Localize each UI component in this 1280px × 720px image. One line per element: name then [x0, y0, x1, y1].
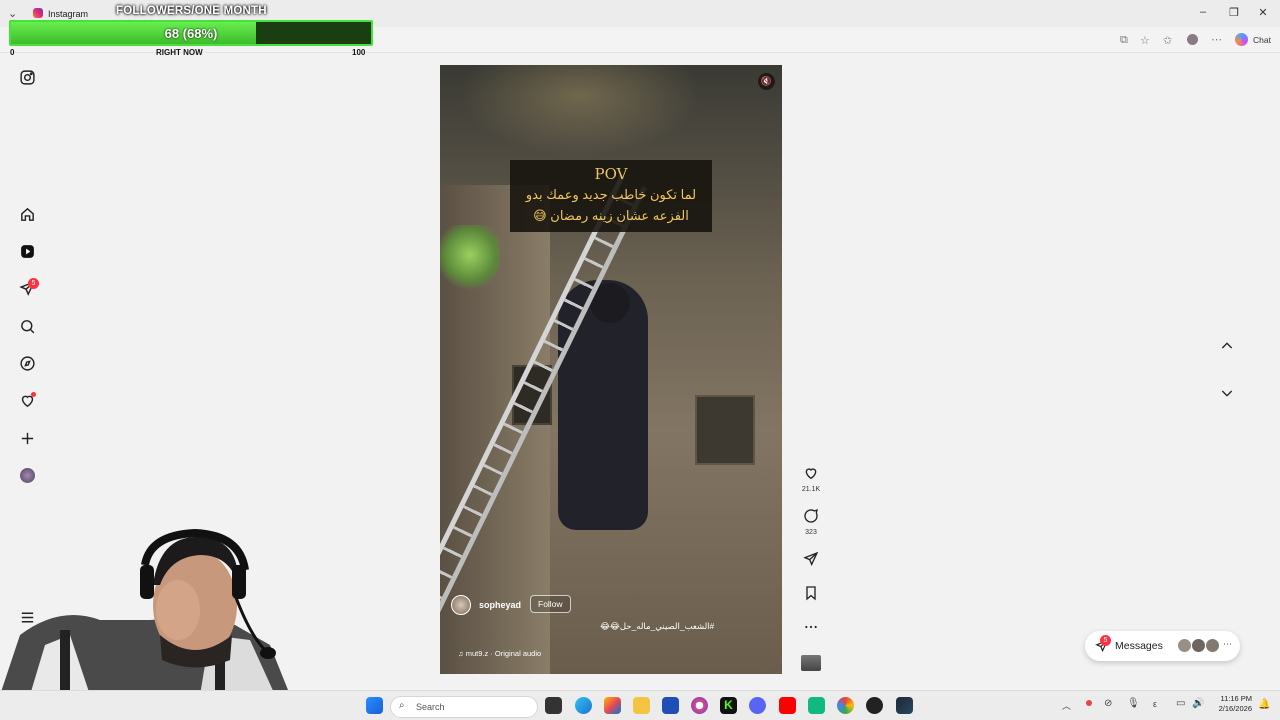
reel-hashtag[interactable]: #الشعب_الصيني_ماله_حل😂😂	[600, 621, 714, 632]
steam-icon[interactable]	[896, 697, 913, 714]
message-contact-avatar	[1191, 638, 1206, 653]
youtube-icon[interactable]	[779, 697, 796, 714]
reel-audio-link[interactable]: ♫ mut9.z · Original audio	[458, 649, 541, 658]
follower-goal-progress-bar: 68 (68%)	[9, 20, 373, 46]
network-off-icon[interactable]: ⊘	[1104, 698, 1112, 709]
profile-avatar[interactable]	[17, 465, 37, 485]
messages-pill[interactable]: 5 Messages ⋯	[1085, 631, 1240, 661]
messages-notification-badge: 5	[28, 278, 39, 289]
reel-scene-window	[695, 395, 755, 465]
more-menu-icon[interactable]: ⋯	[1211, 33, 1222, 46]
comment-icon[interactable]	[801, 508, 821, 529]
author-username[interactable]: sopheyad	[479, 600, 521, 610]
recording-dot-icon[interactable]	[1086, 700, 1092, 706]
windows-taskbar: ⌕ Search K ︿ ⊘ 🎙 ε ▭ 🔊 11:16 PM 2/16/202…	[0, 690, 1280, 720]
microphone-icon[interactable]: 🎙	[1127, 698, 1140, 709]
share-icon[interactable]	[801, 551, 821, 572]
edge-browser-icon[interactable]	[575, 697, 592, 714]
audio-thumbnail[interactable]	[801, 655, 821, 671]
next-reel-chevron-down-icon[interactable]	[1216, 382, 1238, 404]
copilot-icon[interactable]	[1235, 33, 1248, 46]
messages-badge: 5	[1100, 635, 1111, 646]
favorite-star-icon[interactable]: ☆	[1140, 34, 1150, 47]
follower-goal-max: 100	[352, 48, 366, 57]
clock-date[interactable]: 2/16/2026	[1212, 704, 1252, 713]
like-count: 21.1K	[801, 486, 821, 493]
app-icon[interactable]	[808, 697, 825, 714]
streamer-webcam	[0, 528, 290, 695]
notification-bell-icon[interactable]: 🔔	[1258, 699, 1270, 710]
follower-goal-min: 0	[10, 48, 15, 57]
reel-audio-label: mut9.z · Original audio	[465, 649, 542, 658]
display-icon[interactable]: ▭	[1176, 698, 1185, 709]
tab-title[interactable]: Instagram	[48, 9, 88, 19]
like-icon[interactable]	[801, 465, 821, 486]
restore-icon[interactable]: ❐	[1227, 6, 1241, 19]
volume-icon[interactable]: 🔊	[1192, 698, 1204, 709]
copilot-app-icon[interactable]	[604, 697, 621, 714]
reel-caption-line: لما تكون خاطب جديد وعمك بدو	[525, 187, 697, 202]
tray-chevron-up-icon[interactable]: ︿	[1062, 699, 1071, 712]
more-contacts-icon: ⋯	[1223, 639, 1232, 649]
reel-caption-title: POV	[594, 165, 628, 183]
instagram-logo-icon[interactable]	[17, 67, 37, 87]
messages-label: Messages	[1115, 640, 1163, 652]
language-icon[interactable]: ε	[1153, 699, 1157, 709]
home-icon[interactable]	[17, 204, 37, 224]
discord-icon[interactable]	[749, 697, 766, 714]
message-contact-avatar	[1177, 638, 1192, 653]
create-plus-icon[interactable]	[17, 428, 37, 448]
tab-list-chevron-icon[interactable]: ⌄	[8, 7, 17, 20]
chat-button[interactable]: Chat	[1253, 35, 1271, 45]
message-contact-avatar	[1205, 638, 1220, 653]
taskbar-search-input[interactable]: ⌕ Search	[390, 696, 538, 718]
mute-icon[interactable]: 🔇	[758, 73, 775, 90]
app-icon[interactable]	[691, 697, 708, 714]
reels-icon[interactable]	[17, 241, 37, 261]
search-icon: ⌕	[399, 700, 405, 711]
file-explorer-icon[interactable]	[633, 697, 650, 714]
split-screen-icon[interactable]: ⧉	[1120, 34, 1128, 47]
profile-avatar-icon[interactable]	[1187, 34, 1198, 45]
comment-count: 323	[805, 529, 817, 536]
task-view-icon[interactable]	[545, 697, 562, 714]
instagram-favicon-icon	[33, 8, 43, 18]
previous-reel-chevron-up-icon[interactable]	[1216, 335, 1238, 357]
chrome-icon[interactable]	[837, 697, 854, 714]
reel-scene-foliage	[440, 225, 500, 295]
music-note-icon: ♫	[458, 649, 466, 658]
reel-caption-line: الفزعه عشان زينه رمضان 😅	[533, 208, 689, 223]
store-icon[interactable]	[662, 697, 679, 714]
search-icon[interactable]	[17, 316, 37, 336]
notifications-dot	[31, 392, 36, 397]
author-avatar[interactable]	[451, 595, 471, 615]
start-windows-icon[interactable]	[366, 697, 383, 714]
close-icon[interactable]: ✕	[1256, 6, 1270, 19]
minimize-icon[interactable]: –	[1196, 6, 1210, 18]
follower-goal-value: 68 (68%)	[164, 26, 218, 41]
follower-goal-title: FOLLOWERS/ONE MONTH	[116, 5, 267, 17]
follow-button[interactable]: Follow	[530, 595, 571, 613]
obs-icon[interactable]	[866, 697, 883, 714]
reel-video[interactable]: POV لما تكون خاطب جديد وعمك بدو الفزعه ع…	[440, 65, 782, 674]
favorites-icon[interactable]: ✩	[1163, 34, 1172, 47]
follower-goal-now: RIGHT NOW	[156, 48, 203, 57]
explore-icon[interactable]	[17, 353, 37, 373]
save-bookmark-icon[interactable]	[801, 585, 821, 606]
taskbar-search-placeholder: Search	[416, 702, 445, 712]
kick-app-icon[interactable]: K	[720, 697, 737, 714]
more-options-icon[interactable]	[801, 619, 821, 640]
clock-time[interactable]: 11:16 PM	[1218, 694, 1252, 703]
